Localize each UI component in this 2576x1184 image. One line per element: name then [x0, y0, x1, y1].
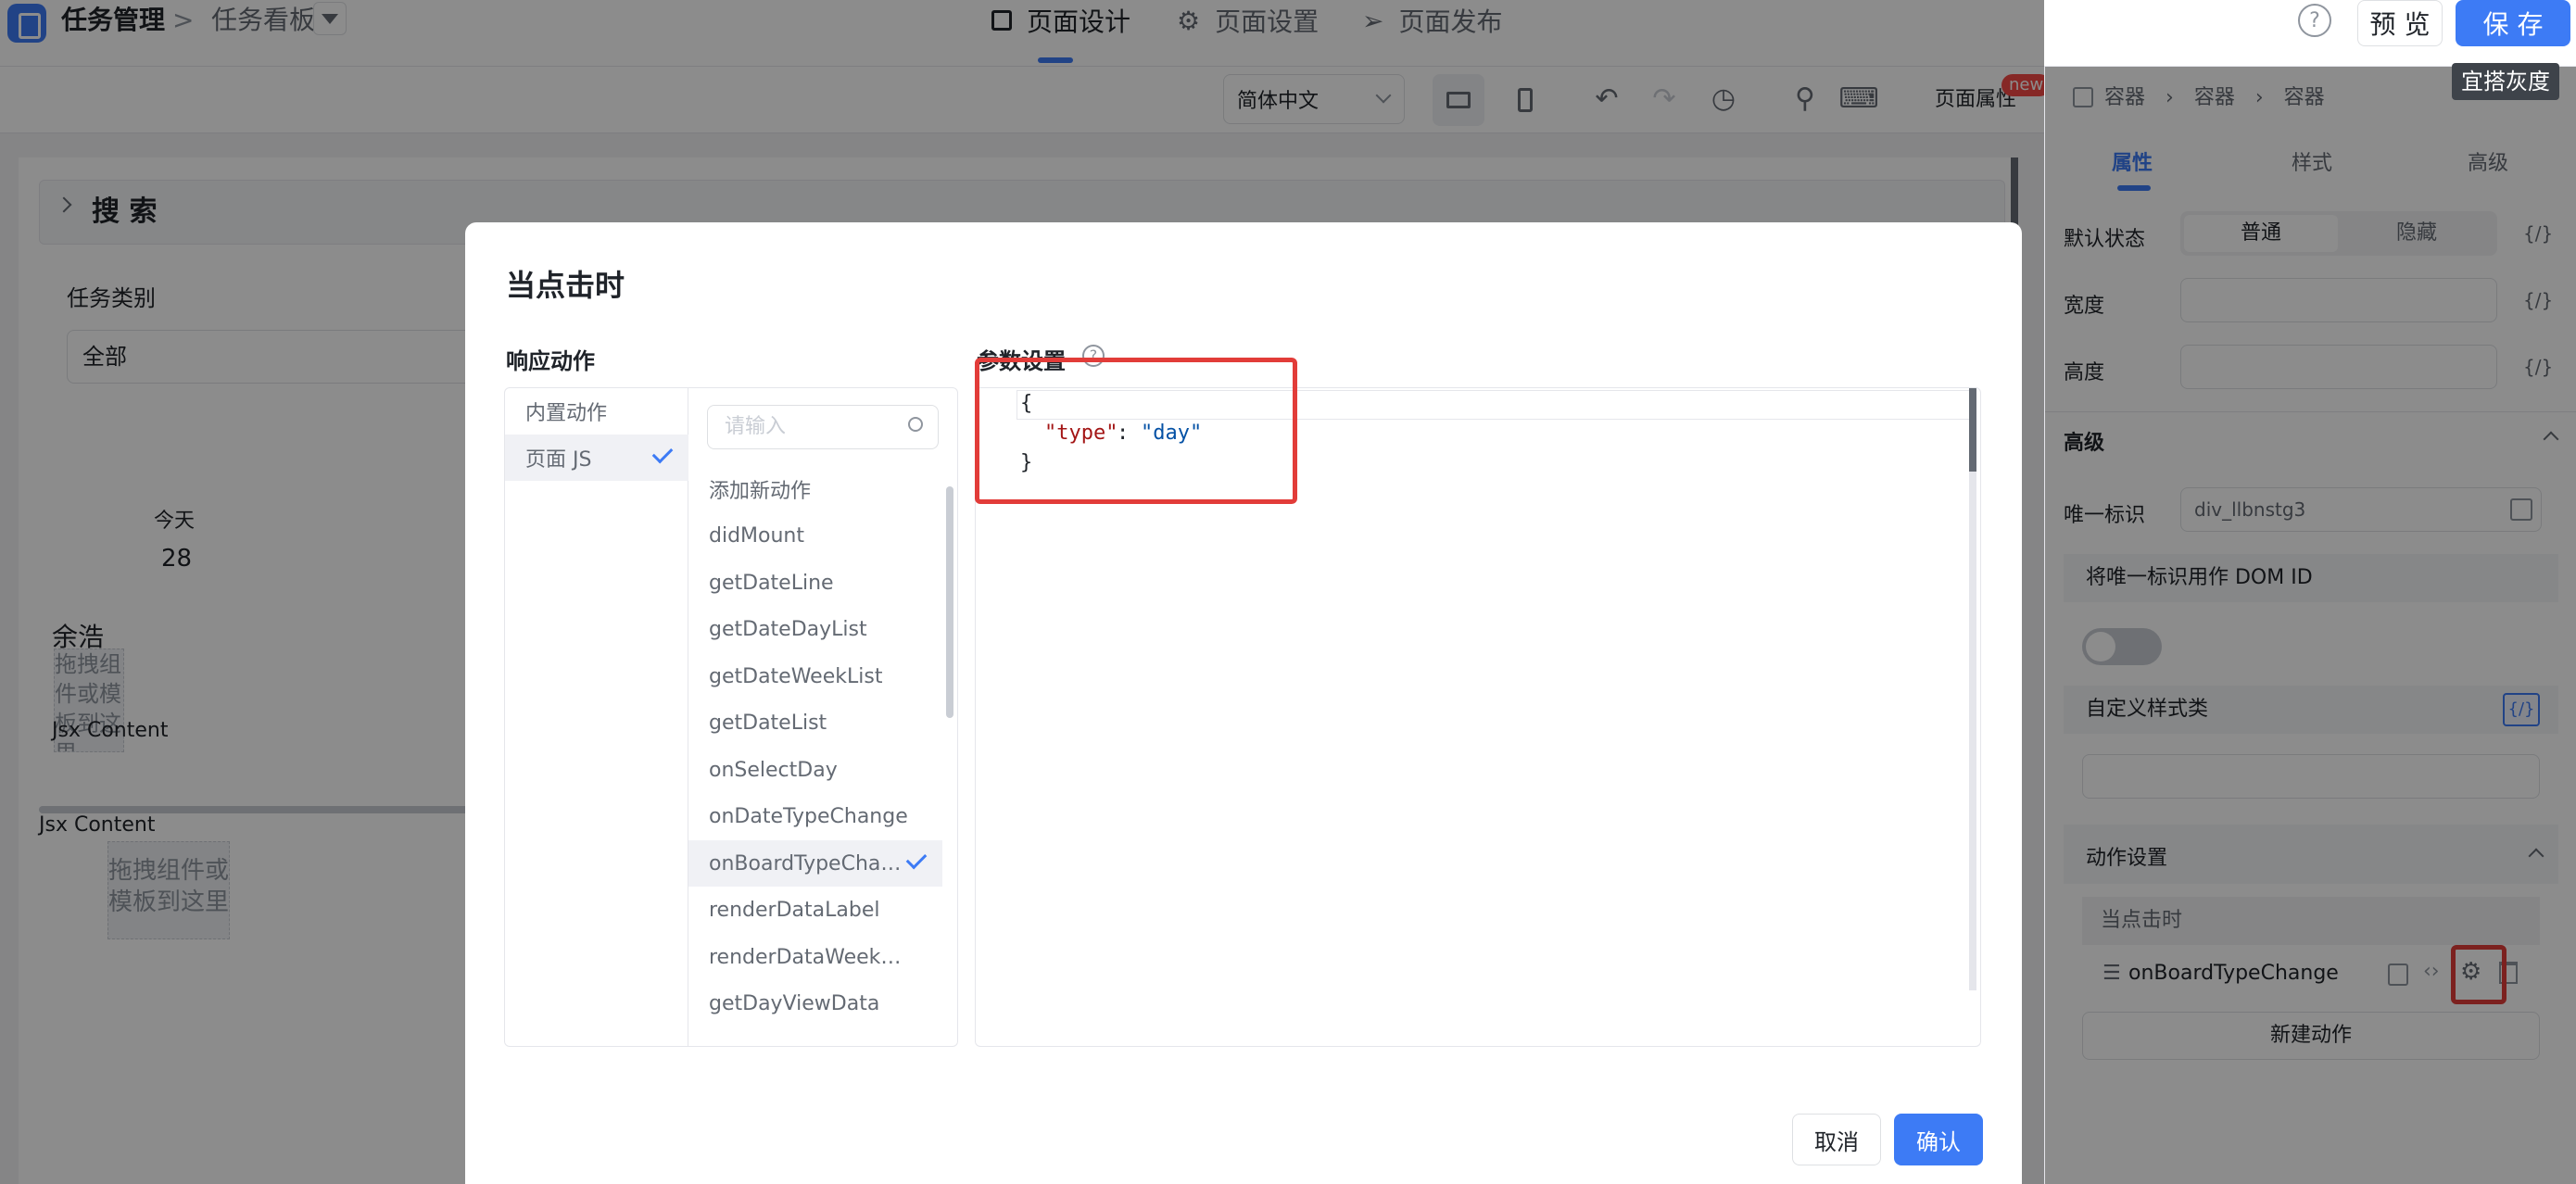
help-icon[interactable]: ?: [2298, 4, 2331, 37]
editor-scrollbar-track[interactable]: [1969, 388, 1976, 990]
action-label: onDateTypeChange: [709, 804, 908, 828]
action-item[interactable]: onDateTypeChange: [688, 793, 942, 839]
action-item[interactable]: getDateWeekList: [688, 653, 942, 699]
category-label: 页面 JS: [525, 448, 592, 472]
action-item[interactable]: getDateLine: [688, 560, 942, 606]
action-label: getDateWeekList: [709, 664, 883, 688]
action-item[interactable]: onSelectDay: [688, 747, 942, 793]
action-label: onBoardTypeCha…: [709, 851, 902, 875]
code-highlight-box: [975, 358, 1297, 504]
help-glyph: ?: [2309, 8, 2320, 32]
action-item[interactable]: 添加新动作: [688, 466, 942, 512]
save-button[interactable]: 保 存: [2456, 0, 2570, 46]
action-dialog: 当点击时 响应动作 参数设置 ? 内置动作 页面 JS 请输入 添加新动作 di…: [465, 222, 2022, 1184]
action-label: renderDataLabel: [709, 898, 880, 922]
action-list: 添加新动作 didMount getDateLine getDateDayLis…: [688, 466, 957, 1046]
action-item[interactable]: renderDataWeek…: [688, 934, 942, 980]
action-label: getDateList: [709, 711, 827, 735]
preview-button[interactable]: 预 览: [2357, 0, 2443, 46]
action-label: didMount: [709, 523, 804, 548]
action-label: getDayViewData: [709, 991, 880, 1015]
panel-backdrop: [2045, 67, 2576, 1184]
action-label: 添加新动作: [709, 480, 812, 503]
properties-panel: 容器 › 容器 › 容器 属性 样式 高级 默认状态 普通 隐藏 {/} 宽度 {/…: [2044, 67, 2576, 1184]
category-label: 内置动作: [525, 402, 608, 425]
search-placeholder: 请输入: [725, 415, 787, 438]
action-item[interactable]: didMount: [688, 512, 942, 559]
action-label: getDateDayList: [709, 617, 867, 641]
action-label: renderDataWeek…: [709, 945, 902, 969]
editor-scrollbar-thumb[interactable]: [1969, 388, 1976, 472]
search-icon: [908, 417, 923, 432]
env-tag: 宜搭灰度: [2452, 63, 2559, 100]
action-label: onSelectDay: [709, 758, 838, 782]
confirm-button[interactable]: 确认: [1894, 1114, 1983, 1165]
action-item[interactable]: getDayViewData: [688, 980, 942, 1027]
action-item[interactable]: getDateDayList: [688, 606, 942, 652]
action-item[interactable]: renderDataLabel: [688, 887, 942, 933]
action-search-input[interactable]: 请输入: [707, 405, 939, 449]
action-category-list: 内置动作 页面 JS: [505, 388, 688, 1046]
action-selector: 内置动作 页面 JS 请输入 添加新动作 didMount getDateLin…: [504, 387, 958, 1047]
category-builtin[interactable]: 内置动作: [505, 388, 688, 435]
action-item[interactable]: getDateList: [688, 699, 942, 746]
check-icon: [651, 442, 674, 464]
action-item-selected[interactable]: onBoardTypeCha…: [688, 840, 942, 887]
cancel-button[interactable]: 取消: [1792, 1114, 1881, 1165]
action-label: getDateLine: [709, 571, 834, 595]
dialog-title: 当点击时: [506, 268, 625, 303]
list-scrollbar[interactable]: [946, 486, 953, 718]
response-action-label: 响应动作: [506, 348, 595, 374]
check-icon: [905, 848, 928, 870]
category-page-js[interactable]: 页面 JS: [505, 435, 688, 481]
